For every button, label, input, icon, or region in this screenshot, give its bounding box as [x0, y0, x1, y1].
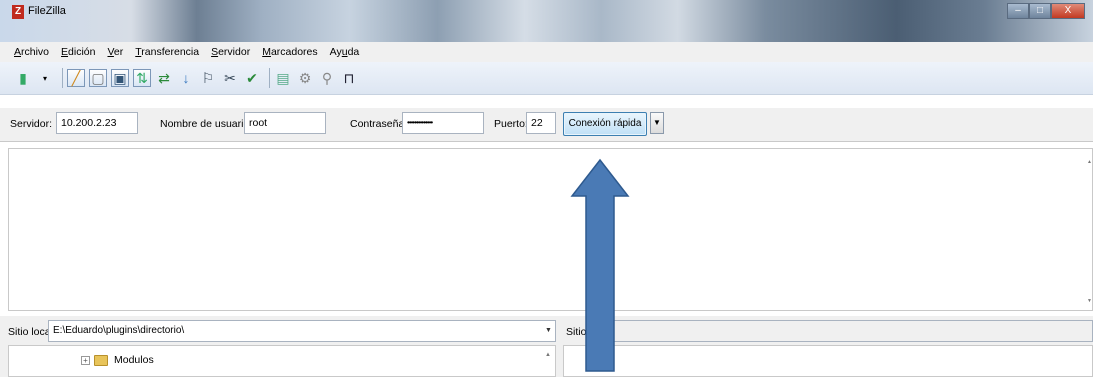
local-tree-icon[interactable]: ▢ — [89, 69, 107, 87]
message-log-icon[interactable]: ╱ — [67, 69, 85, 87]
message-log[interactable] — [8, 148, 1093, 311]
refresh-icon[interactable]: ⇄ — [155, 69, 173, 87]
close-button[interactable]: X — [1051, 3, 1085, 19]
log-scrollbar[interactable] — [1087, 149, 1092, 310]
annotation-arrow-shape — [570, 158, 630, 372]
username-input[interactable]: root — [244, 112, 326, 134]
quickconnect-bar: Servidor: 10.200.2.23 Nombre de usuario:… — [0, 108, 1093, 142]
window-title: FileZilla — [28, 5, 66, 17]
remote-tree — [563, 345, 1093, 377]
expand-icon[interactable]: + — [81, 355, 90, 365]
password-input[interactable]: •••••••••••••• — [402, 112, 484, 134]
dropdown-icon[interactable]: ▾ — [36, 69, 54, 87]
remote-path-input[interactable] — [600, 320, 1093, 342]
site-manager-icon[interactable]: ▮ — [14, 69, 32, 87]
menu-archivo[interactable]: Archivo — [14, 46, 49, 58]
toolbar-separator — [62, 68, 63, 88]
filter-icon[interactable]: ▤ — [274, 69, 292, 87]
tree-item-label: Modulos — [114, 354, 154, 366]
local-path-input[interactable]: E:\Eduardo\plugins\directorio\ — [48, 320, 556, 342]
disconnect-icon[interactable]: ✂ — [221, 69, 239, 87]
title-bar: Z FileZilla – □ X — [0, 0, 1093, 42]
minimize-button[interactable]: – — [1007, 3, 1029, 19]
quickconnect-dropdown-icon[interactable]: ▼ — [650, 112, 664, 134]
reconnect-icon[interactable]: ✔ — [243, 69, 261, 87]
sync-browse-icon[interactable]: ⚲ — [318, 69, 336, 87]
process-queue-icon[interactable]: ↓ — [177, 69, 195, 87]
compare-icon[interactable]: ⚙ — [296, 69, 314, 87]
queue-icon[interactable]: ⇅ — [133, 69, 151, 87]
main-toolbar: ▮ ▾ ╱ ▢ ▣ ⇅ ⇄ ↓ ⚐ ✂ ✔ ▤ ⚙ ⚲ ⊓ — [0, 62, 1093, 95]
filezilla-logo-icon: Z — [12, 5, 24, 19]
local-tree: + Modulos ▲ — [8, 345, 556, 377]
menu-bar: Archivo Edición Ver Transferencia Servid… — [0, 42, 1093, 62]
port-label: Puerto: — [494, 118, 528, 130]
cancel-icon[interactable]: ⚐ — [199, 69, 217, 87]
tree-scroll-up-icon[interactable]: ▲ — [545, 352, 551, 358]
username-label: Nombre de usuario: — [160, 118, 253, 130]
menu-marcadores[interactable]: Marcadores — [262, 46, 317, 58]
tree-item[interactable]: + Modulos — [81, 354, 154, 366]
menu-edicion[interactable]: Edición — [61, 46, 95, 58]
local-path-dropdown-icon[interactable]: ▼ — [545, 327, 552, 334]
annotation-arrow — [570, 158, 630, 372]
menu-ver[interactable]: Ver — [107, 46, 123, 58]
maximize-button[interactable]: □ — [1029, 3, 1051, 19]
menu-transferencia[interactable]: Transferencia — [135, 46, 199, 58]
menu-ayuda[interactable]: Ayuda — [330, 46, 360, 58]
quickconnect-button[interactable]: Conexión rápida — [563, 112, 647, 136]
search-icon[interactable]: ⊓ — [340, 69, 358, 87]
server-label: Servidor: — [10, 118, 53, 130]
menu-servidor[interactable]: Servidor — [211, 46, 250, 58]
port-input[interactable]: 22 — [526, 112, 556, 134]
folder-icon — [94, 354, 108, 366]
window-controls: – □ X — [1007, 3, 1085, 19]
toolbar-separator — [269, 68, 270, 88]
password-label: Contraseña: — [350, 118, 408, 130]
remote-tree-icon[interactable]: ▣ — [111, 69, 129, 87]
server-input[interactable]: 10.200.2.23 — [56, 112, 138, 134]
